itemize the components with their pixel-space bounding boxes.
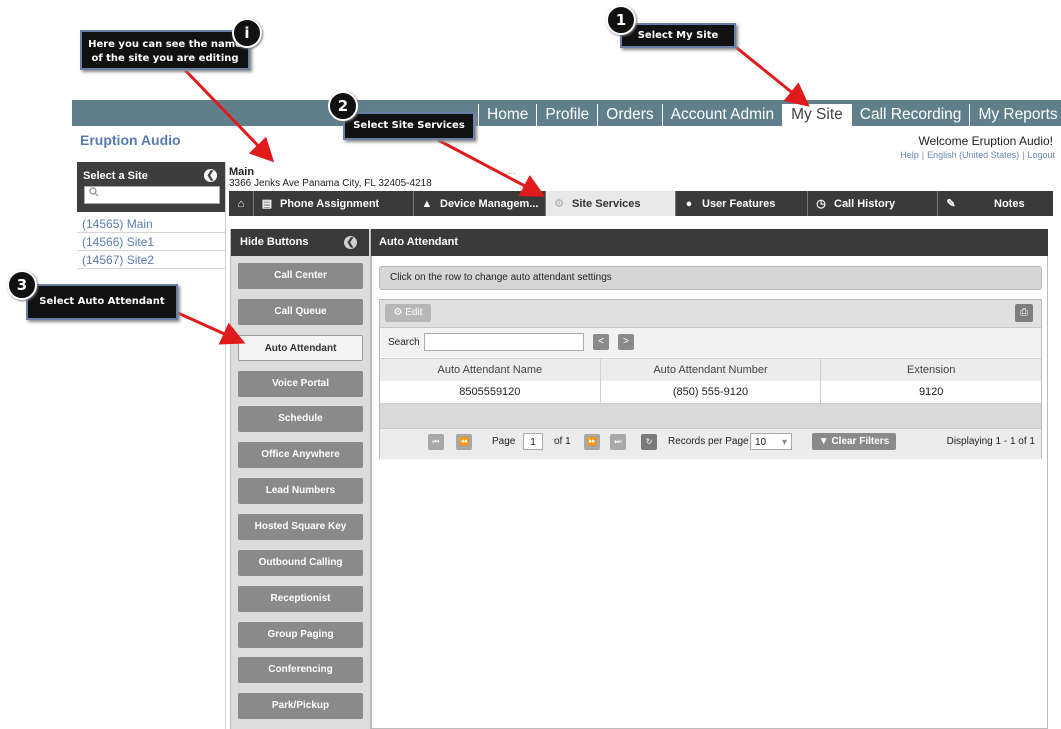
arrow-site-name <box>183 68 275 163</box>
callout-badge-3: 3 <box>7 270 37 300</box>
callout-badge-2: 2 <box>328 91 358 121</box>
arrow-auto-attendant <box>177 311 246 345</box>
callout-site-services: Select Site Services <box>343 112 475 140</box>
callout-badge-1: 1 <box>606 5 636 35</box>
callout-badge-i: i <box>232 18 262 48</box>
arrow-site-services <box>437 138 546 197</box>
callout-site-name: Here you can see the name of the site yo… <box>80 30 250 70</box>
callout-my-site: Select My Site <box>620 23 736 48</box>
callout-auto-attendant: Select Auto Attendant <box>26 284 178 320</box>
arrow-my-site <box>731 42 810 107</box>
annotation-arrows <box>177 42 810 345</box>
